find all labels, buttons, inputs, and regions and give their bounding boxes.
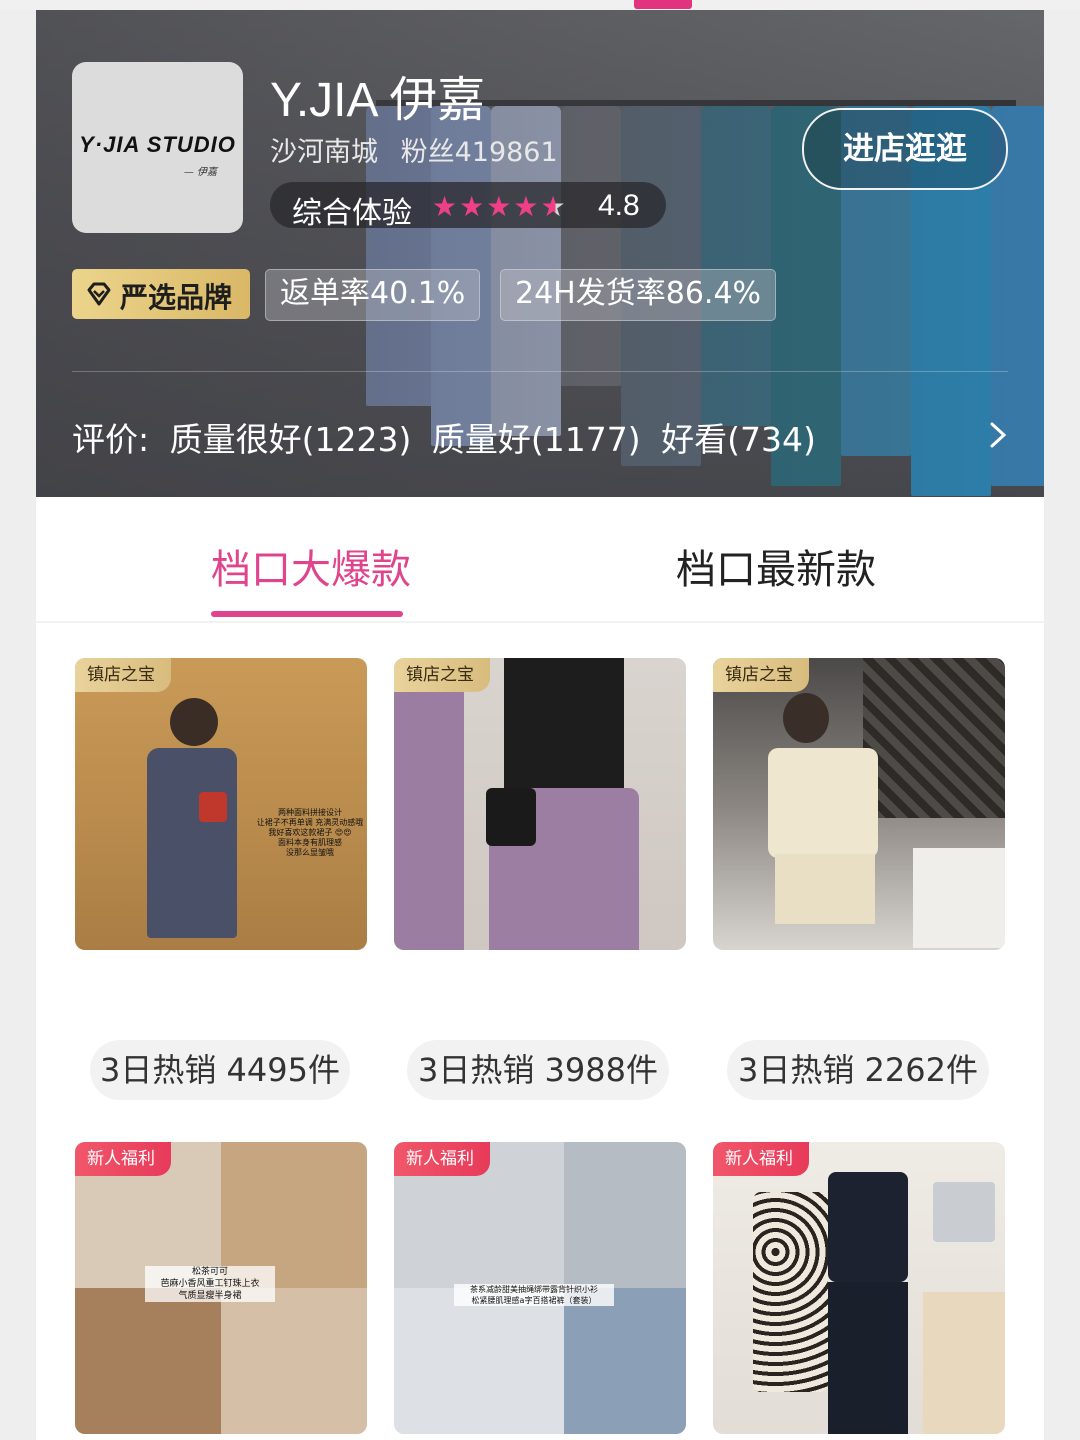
model-head bbox=[783, 693, 829, 743]
dress-shape bbox=[147, 748, 237, 938]
caption-line: 我好喜欢这款裙子 😍😍 bbox=[268, 828, 352, 837]
enter-shop-button[interactable]: 进店逛逛 bbox=[802, 108, 1008, 190]
review-tag: 好看(734) bbox=[661, 420, 816, 459]
chevron-right-icon[interactable] bbox=[984, 420, 1012, 450]
product-tag: 新人福利 bbox=[75, 1142, 171, 1176]
lattice-screen bbox=[863, 658, 1005, 818]
caption-line: 松紧腰肌理感a字百搭裙裤（套装） bbox=[471, 1296, 597, 1305]
pants-shape bbox=[828, 1282, 908, 1434]
bed-shape bbox=[913, 848, 1005, 948]
review-tag: 质量很好(1223) bbox=[169, 420, 412, 459]
ship-rate-label: 24H发货率86.4% bbox=[515, 276, 762, 311]
star-icon: ★ bbox=[432, 190, 460, 223]
rating-label: 综合体验 bbox=[292, 196, 412, 231]
rating-bar: 综合体验 ★★★★★ 4.8 bbox=[270, 182, 666, 231]
monitor-shape bbox=[933, 1182, 995, 1242]
diamond-heart-icon bbox=[87, 282, 111, 306]
return-rate-label: 返单率40.1% bbox=[280, 276, 466, 311]
sales-pill: 3日热销 4495件 bbox=[90, 1040, 350, 1100]
collage-cell bbox=[221, 1288, 367, 1434]
caption-line: 面料本身有肌理感 bbox=[278, 838, 342, 847]
sales-text: 3日热销 4495件 bbox=[100, 1051, 340, 1089]
sales-pill: 3日热销 3988件 bbox=[407, 1040, 669, 1100]
shop-meta: 沙河南城 粉丝419861 bbox=[270, 130, 572, 169]
shop-card: Y·JIA STUDIO — 伊嘉 Y.JIA 伊嘉 沙河南城 粉丝419861… bbox=[36, 10, 1044, 1440]
star-icon: ★ bbox=[486, 190, 514, 223]
caption-line: 没那么显皱哦 bbox=[286, 848, 334, 857]
status-strip bbox=[0, 0, 1080, 10]
bag-shape bbox=[486, 788, 536, 846]
collage-cell bbox=[75, 1288, 221, 1434]
top-accent-bar bbox=[634, 0, 692, 9]
bg-fabric bbox=[394, 688, 464, 950]
enter-shop-label: 进店逛逛 bbox=[843, 131, 967, 167]
product-card[interactable]: 松茶可可 芭麻小香风重工钉珠上衣 气质显瘦半身裙 新人福利 bbox=[75, 1142, 367, 1434]
bag-shape bbox=[199, 792, 227, 822]
shop-fans: 粉丝419861 bbox=[400, 137, 558, 168]
top-shape bbox=[504, 658, 624, 788]
star-icon: ★ bbox=[513, 190, 541, 223]
review-tag: 质量好(1177) bbox=[431, 420, 641, 459]
reviews-row[interactable]: 评价: 质量很好(1223) 质量好(1177) 好看(734) bbox=[72, 413, 826, 461]
vest-shape bbox=[768, 748, 878, 858]
half-star-icon: ★ bbox=[540, 190, 568, 223]
product-tag: 新人福利 bbox=[394, 1142, 490, 1176]
shop-name: Y.JIA 伊嘉 bbox=[270, 74, 486, 127]
rating-score: 4.8 bbox=[598, 189, 640, 222]
bag-shape bbox=[753, 1192, 828, 1392]
product-card[interactable]: 两种面料拼接设计 让裙子不再单调 充满灵动感哦 我好喜欢这款裙子 😍😍 面料本身… bbox=[75, 658, 367, 950]
product-caption: 松茶可可 芭麻小香风重工钉珠上衣 气质显瘦半身裙 bbox=[145, 1266, 275, 1302]
caption-line: 芭麻小香风重工钉珠上衣 bbox=[160, 1279, 260, 1289]
product-card[interactable]: 新人福利 bbox=[713, 1142, 1005, 1434]
product-card[interactable]: 镇店之宝 bbox=[713, 658, 1005, 950]
brand-badge: 严选品牌 bbox=[72, 269, 250, 319]
product-tag: 新人福利 bbox=[713, 1142, 809, 1176]
caption-line: 松茶可可 bbox=[191, 1267, 228, 1277]
collage-cell bbox=[564, 1288, 686, 1434]
shop-header: Y·JIA STUDIO — 伊嘉 Y.JIA 伊嘉 沙河南城 粉丝419861… bbox=[36, 10, 1044, 497]
product-card[interactable]: 茶系减龄甜美抽绳绑带露背针织小衫 松紧腰肌理感a字百搭裙裤（套装） 新人福利 bbox=[394, 1142, 686, 1434]
brand-badge-label: 严选品牌 bbox=[120, 281, 233, 314]
logo-text: Y·JIA STUDIO bbox=[79, 132, 236, 157]
product-card[interactable]: 镇店之宝 bbox=[394, 658, 686, 950]
logo-subtext: — 伊嘉 bbox=[183, 167, 217, 178]
sales-pill: 3日热销 2262件 bbox=[727, 1040, 989, 1100]
caption-line: 茶系减龄甜美抽绳绑带露背针织小衫 bbox=[470, 1285, 598, 1294]
product-caption: 茶系减龄甜美抽绳绑带露背针织小衫 松紧腰肌理感a字百搭裙裤（套装） bbox=[454, 1284, 614, 1306]
caption-line: 让裙子不再单调 充满灵动感哦 bbox=[256, 818, 364, 827]
caption-line: 两种面料拼接设计 bbox=[278, 808, 342, 817]
ship-rate-badge: 24H发货率86.4% bbox=[500, 269, 777, 321]
product-tag: 镇店之宝 bbox=[75, 658, 171, 692]
product-tag: 镇店之宝 bbox=[713, 658, 809, 692]
cabinet-shape bbox=[923, 1292, 1005, 1434]
star-icon: ★ bbox=[459, 190, 487, 223]
rating-stars: ★★★★★ bbox=[432, 190, 568, 223]
top-shape bbox=[828, 1172, 908, 1282]
product-caption: 两种面料拼接设计 让裙子不再单调 充满灵动感哦 我好喜欢这款裙子 😍😍 面料本身… bbox=[255, 808, 365, 858]
skirt-shape bbox=[775, 854, 875, 924]
sales-text: 3日热销 3988件 bbox=[418, 1051, 658, 1089]
collage-cell bbox=[394, 1288, 564, 1434]
tab-hot-items[interactable]: 档口大爆款 bbox=[211, 537, 411, 595]
return-rate-badge: 返单率40.1% bbox=[265, 269, 481, 321]
sales-text: 3日热销 2262件 bbox=[738, 1051, 978, 1089]
active-tab-underline bbox=[211, 611, 403, 617]
collage-cell bbox=[564, 1142, 686, 1288]
reviews-label: 评价: bbox=[72, 420, 150, 459]
shop-logo[interactable]: Y·JIA STUDIO — 伊嘉 bbox=[72, 62, 243, 233]
shop-location: 沙河南城 bbox=[270, 137, 378, 168]
product-tag: 镇店之宝 bbox=[394, 658, 490, 692]
model-figure bbox=[170, 698, 218, 746]
caption-line: 气质显瘦半身裙 bbox=[178, 1291, 242, 1301]
header-divider bbox=[72, 371, 1008, 372]
tab-new-items[interactable]: 档口最新款 bbox=[676, 537, 876, 595]
tab-bar: 档口大爆款 档口最新款 bbox=[36, 497, 1044, 623]
